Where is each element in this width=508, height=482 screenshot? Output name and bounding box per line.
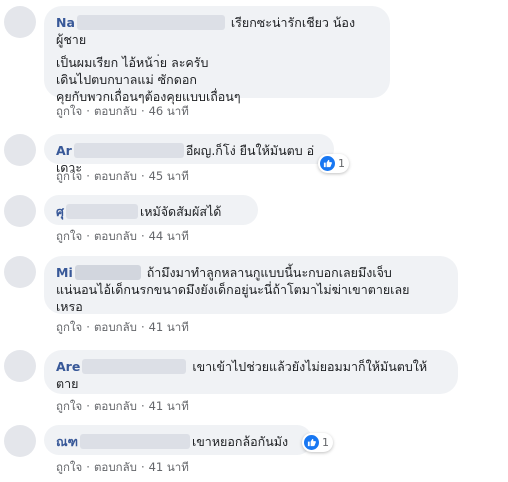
- redacted-name: [82, 359, 187, 374]
- comment-bubble: ณฑ เขาหยอกล้อกันมัง: [44, 425, 312, 455]
- comment-bubble: Ar อีผญ.ก็โง่ ยืนให้มันตบ อ่เดาะ: [44, 134, 334, 175]
- like-link[interactable]: ถูกใจ: [56, 319, 82, 337]
- avatar[interactable]: [4, 195, 36, 227]
- comment-actions: ถูกใจ · ตอบกลับ · 41 นาที: [56, 319, 189, 337]
- avatar[interactable]: [4, 134, 36, 166]
- comment-actions: ถูกใจ · ตอบกลับ · 45 นาที: [56, 168, 189, 186]
- comment-text: แน่นอนไอ้เด็กนรกขนาดมึงยังเด็กอยู่นะนี่ถ…: [56, 282, 410, 314]
- comment-text: ตาย: [56, 376, 79, 391]
- like-link[interactable]: ถูกใจ: [56, 103, 82, 121]
- reply-link[interactable]: ตอบกลับ: [94, 319, 137, 337]
- reaction-count: 1: [322, 436, 329, 449]
- timestamp[interactable]: 41 นาที: [149, 459, 189, 477]
- comment-text: เขาเข้าไปช่วยแล้วยังไม่ยอมมาก็ให้มันตบให…: [192, 359, 428, 374]
- comment-actions: ถูกใจ · ตอบกลับ · 46 นาที: [56, 103, 189, 121]
- redacted-name: [79, 434, 190, 449]
- reply-link[interactable]: ตอบกลับ: [94, 168, 137, 186]
- comment-bubble: Na เรียกซะน่ารักเชียว น้องผู้ชาย เป็นผมเ…: [44, 6, 390, 104]
- timestamp[interactable]: 41 นาที: [149, 398, 189, 416]
- timestamp[interactable]: 44 นาที: [149, 228, 189, 246]
- commenter-name[interactable]: Mi: [56, 265, 73, 280]
- comment-bubble: ศุ เหมัจัดสัมผัสได้: [44, 195, 258, 225]
- like-link[interactable]: ถูกใจ: [56, 459, 82, 477]
- comment-bubble: Are เขาเข้าไปช่วยแล้วยังไม่ยอมมาก็ให้มัน…: [44, 350, 458, 394]
- avatar[interactable]: [4, 350, 36, 382]
- like-link[interactable]: ถูกใจ: [56, 228, 82, 246]
- like-icon: [320, 156, 335, 171]
- redacted-name: [73, 143, 184, 158]
- comment-bubble: Mi ถ้ามึงมาทำลูกหลานกูแบบนี้นะกบอกเลยมึง…: [44, 256, 458, 314]
- like-link[interactable]: ถูกใจ: [56, 398, 82, 416]
- redacted-name: [74, 265, 141, 280]
- reaction-badge[interactable]: 1: [318, 154, 349, 173]
- comment-text: เหมัจัดสัมผัสได้: [139, 204, 222, 219]
- commenter-name[interactable]: Are: [56, 359, 80, 374]
- reply-link[interactable]: ตอบกลับ: [94, 228, 137, 246]
- like-link[interactable]: ถูกใจ: [56, 168, 82, 186]
- comment-text: เป็นผมเรียก ไอ้หน้า่ย ละครับ เดินไปตบกบา…: [56, 55, 241, 104]
- like-icon: [304, 435, 319, 450]
- avatar[interactable]: [4, 425, 36, 457]
- reply-link[interactable]: ตอบกลับ: [94, 459, 137, 477]
- commenter-name[interactable]: Na: [56, 15, 75, 30]
- commenter-name[interactable]: ศุ: [56, 204, 64, 219]
- timestamp[interactable]: 45 นาที: [149, 168, 189, 186]
- commenter-name[interactable]: Ar: [56, 143, 72, 158]
- timestamp[interactable]: 46 นาที: [149, 103, 189, 121]
- comment-actions: ถูกใจ · ตอบกลับ · 41 นาที: [56, 398, 189, 416]
- commenter-name[interactable]: ณฑ: [56, 434, 78, 449]
- redacted-name: [76, 15, 225, 30]
- reaction-badge[interactable]: 1: [302, 433, 333, 452]
- reply-link[interactable]: ตอบกลับ: [94, 398, 137, 416]
- avatar[interactable]: [4, 256, 36, 288]
- timestamp[interactable]: 41 นาที: [149, 319, 189, 337]
- redacted-name: [65, 204, 138, 219]
- reply-link[interactable]: ตอบกลับ: [94, 103, 137, 121]
- comment-actions: ถูกใจ · ตอบกลับ · 44 นาที: [56, 228, 189, 246]
- comment-text: เขาหยอกล้อกันมัง: [191, 434, 289, 449]
- reaction-count: 1: [338, 157, 345, 170]
- comment-actions: ถูกใจ · ตอบกลับ · 41 นาที: [56, 459, 189, 477]
- avatar[interactable]: [4, 6, 36, 38]
- comment-text: ถ้ามึงมาทำลูกหลานกูแบบนี้นะกบอกเลยมึงเจ็…: [146, 265, 392, 280]
